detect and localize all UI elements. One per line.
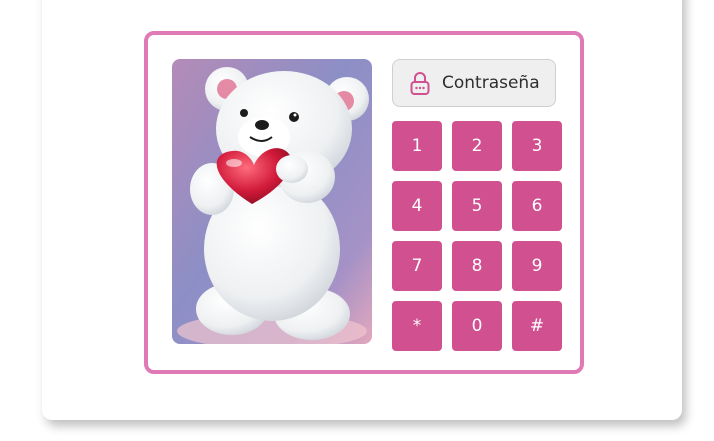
key-7[interactable]: 7 [392, 241, 442, 291]
key-2[interactable]: 2 [452, 121, 502, 171]
keypad-grid: 1 2 3 4 5 6 7 8 9 * 0 # [392, 121, 562, 351]
key-0[interactable]: 0 [452, 301, 502, 351]
keypad-panel: Contraseña 1 2 3 4 5 6 7 8 9 * 0 # [144, 31, 584, 374]
key-5[interactable]: 5 [452, 181, 502, 231]
key-star[interactable]: * [392, 301, 442, 351]
key-hash[interactable]: # [512, 301, 562, 351]
key-9[interactable]: 9 [512, 241, 562, 291]
key-1[interactable]: 1 [392, 121, 442, 171]
password-field[interactable]: Contraseña [392, 59, 556, 107]
teddy-bear-image [172, 59, 372, 344]
key-6[interactable]: 6 [512, 181, 562, 231]
lock-icon [409, 71, 431, 95]
key-4[interactable]: 4 [392, 181, 442, 231]
key-8[interactable]: 8 [452, 241, 502, 291]
key-3[interactable]: 3 [512, 121, 562, 171]
password-label: Contraseña [442, 73, 540, 93]
